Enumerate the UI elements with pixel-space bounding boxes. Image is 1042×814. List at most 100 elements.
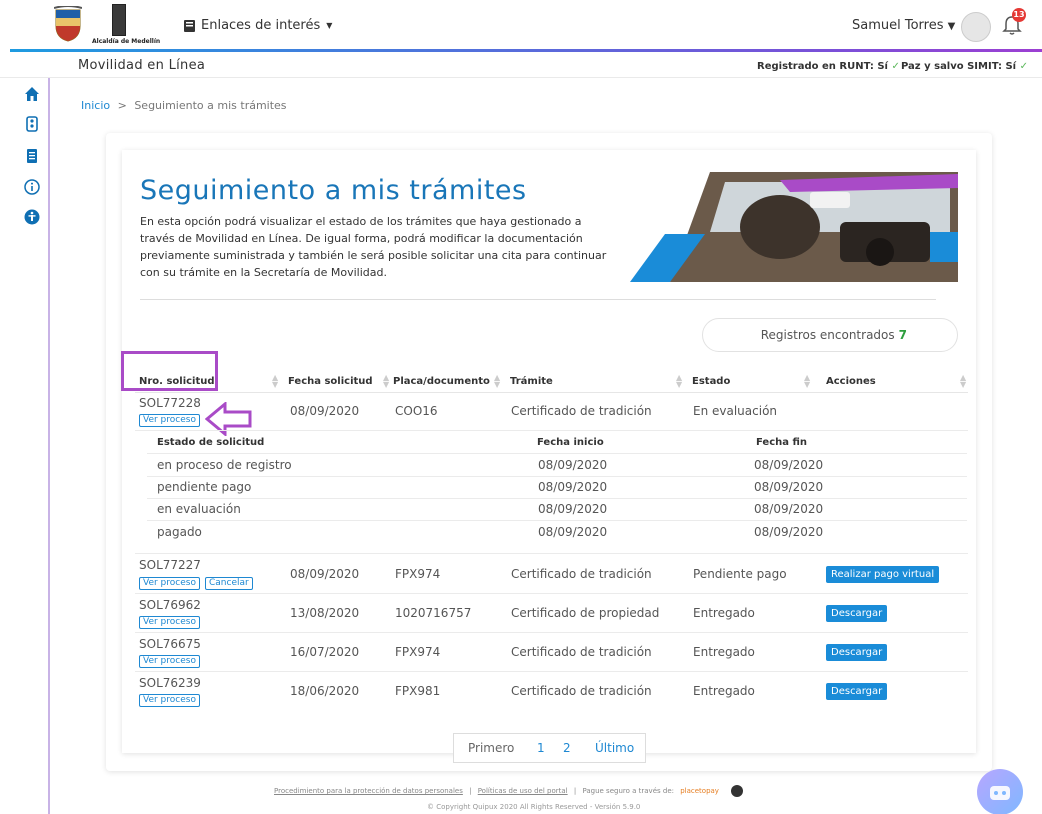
pagination-last[interactable]: Último xyxy=(595,734,634,762)
plate-document: FPX974 xyxy=(395,567,441,581)
records-found-box: Registros encontrados 7 xyxy=(702,318,958,352)
pagination-page-1[interactable]: 1 xyxy=(537,734,545,762)
view-process-button[interactable]: Ver proceso xyxy=(139,616,200,629)
download-button[interactable]: Descargar xyxy=(826,644,888,661)
plate-document: FPX974 xyxy=(395,645,441,659)
detail-header-end: Fecha fin xyxy=(756,437,808,448)
request-date: 08/09/2020 xyxy=(290,404,360,418)
request-id: SOL76239 xyxy=(139,676,201,690)
view-process-button[interactable]: Ver proceso xyxy=(139,414,200,427)
request-id: SOL77228 xyxy=(139,396,201,410)
row-divider xyxy=(135,593,968,594)
sort-icon[interactable]: ▲ ▼ xyxy=(383,374,389,389)
detail-header-start: Fecha inicio xyxy=(537,437,604,448)
download-button[interactable]: Descargar xyxy=(826,605,888,622)
footer-links: Procedimiento para la protección de dato… xyxy=(274,785,744,797)
page-description: En esta opción podrá visualizar el estad… xyxy=(140,215,607,279)
request-date: 13/08/2020 xyxy=(290,606,360,620)
links-menu[interactable]: Enlaces de interés ▼ xyxy=(184,18,332,33)
security-seal-icon xyxy=(731,785,744,797)
request-date: 08/09/2020 xyxy=(290,567,360,581)
top-bar: Alcaldía de Medellín Enlaces de interés … xyxy=(0,0,1042,50)
row-divider xyxy=(147,453,967,454)
procedure: Certificado de tradición xyxy=(511,645,652,659)
breadcrumb-home-link[interactable]: Inicio xyxy=(81,99,110,112)
copyright: © Copyright Quipux 2020 All Rights Reser… xyxy=(427,803,641,811)
user-name: Samuel Torres xyxy=(852,18,944,33)
column-header-procedure[interactable]: Trámite xyxy=(510,376,553,387)
procedure: Certificado de tradición xyxy=(511,404,652,418)
breadcrumb-current: Seguimiento a mis trámites xyxy=(134,99,287,112)
header-divider xyxy=(140,299,936,300)
highlight-annotation-box xyxy=(121,351,218,391)
row-divider xyxy=(135,671,968,672)
view-process-button[interactable]: Ver proceso xyxy=(139,577,200,590)
home-icon[interactable] xyxy=(24,86,40,102)
status: En evaluación xyxy=(693,404,778,418)
status: Entregado xyxy=(693,606,755,620)
sidebar xyxy=(0,78,50,814)
colombia-shield-logo xyxy=(54,6,82,42)
detail-state: en evaluación xyxy=(157,502,241,516)
row-divider xyxy=(135,553,968,554)
row-divider xyxy=(135,430,968,431)
virtual-payment-button[interactable]: Realizar pago virtual xyxy=(826,566,940,583)
accessibility-icon[interactable] xyxy=(24,209,40,225)
status: Entregado xyxy=(693,645,755,659)
terms-of-use-link[interactable]: Políticas de uso del portal xyxy=(478,787,568,795)
chatbot-icon[interactable] xyxy=(977,769,1023,814)
column-header-actions[interactable]: Acciones xyxy=(826,376,876,387)
row-divider xyxy=(135,632,968,633)
sort-icon[interactable]: ▲ ▼ xyxy=(804,374,810,389)
request-date: 16/07/2020 xyxy=(290,645,360,659)
cancel-button[interactable]: Cancelar xyxy=(205,577,253,590)
detail-start: 08/09/2020 xyxy=(538,502,608,516)
detail-start: 08/09/2020 xyxy=(538,458,608,472)
request-id: SOL76962 xyxy=(139,598,201,612)
pagination-page-2[interactable]: 2 xyxy=(563,734,571,762)
caret-down-icon: ▼ xyxy=(326,21,333,30)
sort-icon[interactable]: ▲ ▼ xyxy=(494,374,500,389)
row-divider xyxy=(147,498,967,499)
pagination: Primero 1 2 Último xyxy=(453,733,646,763)
detail-start: 08/09/2020 xyxy=(538,525,608,539)
records-found-label: Registros encontrados xyxy=(760,328,895,342)
header-underline xyxy=(135,392,968,393)
caret-down-icon: ▼ xyxy=(947,21,956,32)
check-icon: ✓ xyxy=(891,61,900,72)
plate-document: COO16 xyxy=(395,404,438,418)
download-button[interactable]: Descargar xyxy=(826,683,888,700)
sub-header: Movilidad en Línea Registrado en RUNT: S… xyxy=(0,52,1042,78)
procedure: Certificado de tradición xyxy=(511,567,652,581)
pagination-first[interactable]: Primero xyxy=(468,734,514,762)
brand-title: Movilidad en Línea xyxy=(78,58,206,73)
sort-icon[interactable]: ▲ ▼ xyxy=(676,374,682,389)
page-title: Seguimiento a mis trámites xyxy=(140,175,527,206)
detail-end: 08/09/2020 xyxy=(754,458,824,472)
row-divider xyxy=(147,520,967,521)
column-header-status[interactable]: Estado xyxy=(692,376,730,387)
request-id: SOL77227 xyxy=(139,558,201,572)
runt-status: Registrado en RUNT: Sí ✓ xyxy=(757,61,900,72)
column-header-plate[interactable]: Placa/documento xyxy=(393,376,490,387)
status: Entregado xyxy=(693,684,755,698)
status: Pendiente pago xyxy=(693,567,787,581)
traffic-light-icon[interactable] xyxy=(24,116,40,132)
detail-end: 08/09/2020 xyxy=(754,480,824,494)
info-icon[interactable] xyxy=(24,179,40,195)
sort-icon[interactable]: ▲ ▼ xyxy=(272,374,278,389)
simit-status: Paz y salvo SIMIT: Sí ✓ xyxy=(901,61,1028,72)
avatar[interactable] xyxy=(961,12,991,42)
sort-icon[interactable]: ▲ ▼ xyxy=(960,374,966,389)
detail-state: en proceso de registro xyxy=(157,458,292,472)
document-icon[interactable] xyxy=(24,148,40,164)
column-header-request-date[interactable]: Fecha solicitud xyxy=(288,376,373,387)
records-found-count: 7 xyxy=(898,328,907,342)
detail-state: pendiente pago xyxy=(157,480,252,494)
alcaldia-logo[interactable]: Alcaldía de Medellín xyxy=(92,4,160,46)
privacy-policy-link[interactable]: Procedimiento para la protección de dato… xyxy=(274,787,463,795)
detail-header-state: Estado de solicitud xyxy=(157,437,265,448)
view-process-button[interactable]: Ver proceso xyxy=(139,655,200,668)
user-menu[interactable]: Samuel Torres ▼ xyxy=(852,18,955,33)
view-process-button[interactable]: Ver proceso xyxy=(139,694,200,707)
